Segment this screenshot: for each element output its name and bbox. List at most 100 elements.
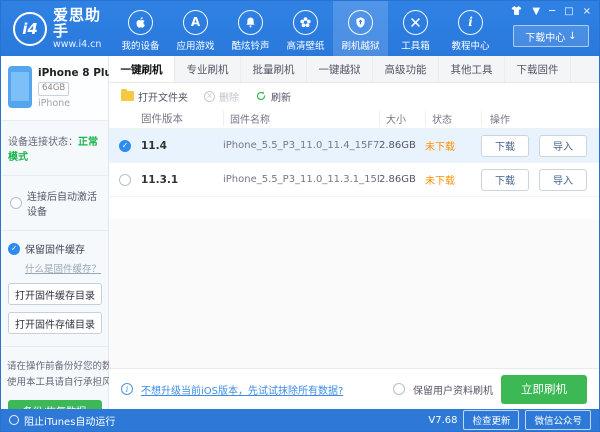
window-controls: ▼ ─ □ ×	[510, 5, 591, 19]
nav-item-my-devices[interactable]: 我的设备	[113, 1, 168, 56]
refresh-icon	[255, 90, 267, 102]
firmware-version: 11.4	[141, 139, 167, 152]
shield-icon	[348, 9, 373, 35]
appstore-icon: A	[183, 9, 208, 35]
nav-label: 酷炫铃声	[231, 40, 270, 52]
import-button[interactable]: 导入	[539, 134, 587, 157]
content-spacer	[109, 197, 599, 368]
firmware-status: 未下载	[425, 142, 455, 153]
firmware-size: 2.86GB	[379, 140, 416, 151]
connection-status-label: 设备连接状态：	[8, 137, 78, 149]
download-button[interactable]: 下载	[481, 134, 529, 157]
wrench-icon	[403, 9, 428, 35]
radio-unchecked-icon[interactable]	[119, 173, 131, 186]
device-card: iPhone 8 Plus 64GB iPhone	[1, 56, 119, 122]
tab-download-firmware[interactable]: 下载固件	[505, 56, 571, 82]
info-icon: i	[458, 9, 483, 35]
radio-unchecked-icon	[10, 197, 22, 210]
tab-advanced[interactable]: 高级功能	[373, 56, 439, 82]
nav-item-tutorials[interactable]: i 教程中心	[443, 1, 498, 56]
col-status: 状态	[425, 111, 481, 126]
firmware-filename: iPhone_5.5_P3_11.0_11.3.1_15E302_Restore…	[223, 174, 379, 185]
main-nav: 我的设备 A 应用游戏 酷炫铃声 高清壁纸 刷机越狱 工具箱 i 教程中心	[113, 1, 498, 56]
download-center-button[interactable]: 下载中心 ↓	[513, 25, 589, 47]
nav-label: 教程中心	[451, 40, 490, 52]
block-itunes-radio[interactable]: 阻止iTunes自动运行	[9, 413, 115, 428]
connection-status-row: 设备连接状态：正常模式	[1, 121, 108, 177]
firmware-row-11-4[interactable]: ✓ 11.4 iPhone_5.5_P3_11.0_11.4_15F79_Res…	[109, 129, 599, 163]
table-header: 固件版本 固件名称 大小 状态 操作	[109, 109, 599, 129]
bell-icon	[238, 9, 263, 35]
app-logo: i4 爱思助手 www.i4.cn	[1, 1, 113, 56]
nav-label: 我的设备	[121, 40, 160, 52]
download-button[interactable]: 下载	[481, 168, 529, 191]
firmware-cache-section: ✓ 保留固件缓存 什么是固件缓存？ 打开固件缓存目录 打开固件存储目录	[1, 231, 108, 348]
nav-label: 高清壁纸	[286, 40, 325, 52]
radio-checked-icon[interactable]: ✓	[119, 139, 131, 152]
firmware-status: 未下载	[425, 176, 455, 187]
device-capacity-badge: 64GB	[38, 82, 70, 96]
tab-one-click-jailbreak[interactable]: 一键越狱	[307, 56, 373, 82]
keep-cache-label: 保留固件缓存	[25, 245, 85, 257]
app-header: i4 爱思助手 www.i4.cn 我的设备 A 应用游戏 酷炫铃声 高清壁纸	[1, 1, 599, 56]
nav-item-toolbox[interactable]: 工具箱	[388, 1, 443, 56]
flash-action-bar: i 不想升级当前iOS版本，先试试抹除所有数据? 保留用户资料刷机 立即刷机	[109, 368, 599, 409]
radio-unchecked-icon	[9, 415, 19, 425]
col-size: 大小	[379, 111, 425, 126]
open-cache-dir-button[interactable]: 打开固件缓存目录	[8, 283, 102, 306]
firmware-row-11-3-1[interactable]: 11.3.1 iPhone_5.5_P3_11.0_11.3.1_15E302_…	[109, 163, 599, 197]
app-version: V7.68	[428, 414, 458, 426]
minimize-icon[interactable]: ─	[549, 7, 555, 17]
col-version: 固件版本	[141, 113, 183, 125]
col-action: 操作	[481, 111, 599, 126]
erase-data-tip-link[interactable]: 不想升级当前iOS版本，先试试抹除所有数据?	[141, 382, 343, 397]
app-window: i4 爱思助手 www.i4.cn 我的设备 A 应用游戏 酷炫铃声 高清壁纸	[0, 0, 600, 432]
keep-cache-radio[interactable]: ✓ 保留固件缓存	[8, 241, 101, 256]
warning-text-1: 请在操作前备份好您的数据	[7, 361, 122, 373]
auto-activate-label: 连接后自动激活设备	[27, 192, 97, 219]
nav-label: 刷机越狱	[341, 40, 380, 52]
maximize-icon[interactable]: □	[564, 7, 573, 17]
flash-tabs: 一键刷机 专业刷机 批量刷机 一键越狱 高级功能 其他工具 下载固件	[109, 56, 599, 83]
skin-icon[interactable]	[510, 5, 523, 19]
sidebar: iPhone 8 Plus 64GB iPhone 设备连接状态：正常模式 连接…	[1, 56, 122, 422]
flower-icon	[293, 9, 318, 35]
close-icon[interactable]: ×	[583, 7, 591, 17]
download-arrow-icon: ↓	[568, 30, 577, 42]
check-update-button[interactable]: 检查更新	[463, 410, 520, 430]
download-center-label: 下载中心	[525, 32, 566, 44]
nav-item-wallpapers[interactable]: 高清壁纸	[278, 1, 333, 56]
radio-unchecked-icon[interactable]	[393, 383, 405, 395]
status-bar: 阻止iTunes自动运行 V7.68 检查更新 微信公众号	[1, 409, 599, 431]
warning-text-2: 使用本工具请自行承担风险	[7, 376, 122, 388]
apple-icon	[128, 9, 153, 35]
folder-icon	[121, 89, 134, 101]
tab-pro-flash[interactable]: 专业刷机	[175, 56, 241, 82]
device-name: iPhone 8 Plus	[38, 67, 119, 79]
nav-label: 应用游戏	[176, 40, 215, 52]
tab-other-tools[interactable]: 其他工具	[439, 56, 505, 82]
cache-help-link[interactable]: 什么是固件缓存？	[25, 261, 101, 275]
tab-batch-flash[interactable]: 批量刷机	[241, 56, 307, 82]
flash-now-button[interactable]: 立即刷机	[501, 374, 587, 404]
nav-item-ringtones[interactable]: 酷炫铃声	[223, 1, 278, 56]
tab-one-click-flash[interactable]: 一键刷机	[109, 56, 175, 82]
dropdown-icon[interactable]: ▼	[532, 7, 540, 17]
firmware-version: 11.3.1	[141, 173, 179, 186]
wechat-account-button[interactable]: 微信公众号	[525, 410, 591, 430]
delete-button[interactable]: × 删除	[204, 89, 239, 104]
nav-item-app-games[interactable]: A 应用游戏	[168, 1, 223, 56]
nav-item-flash-jailbreak[interactable]: 刷机越狱	[333, 1, 388, 56]
keep-user-data-label: 保留用户资料刷机	[413, 385, 493, 397]
refresh-button[interactable]: 刷新	[255, 89, 291, 104]
delete-icon: ×	[204, 90, 215, 102]
app-url: www.i4.cn	[53, 38, 102, 50]
logo-i4-icon: i4	[13, 11, 47, 46]
radio-checked-icon: ✓	[8, 242, 20, 255]
auto-activate-radio[interactable]: 连接后自动激活设备	[1, 176, 108, 232]
open-folder-button[interactable]: 打开文件夹	[121, 89, 188, 104]
firmware-filename: iPhone_5.5_P3_11.0_11.4_15F79_Restore.ip…	[223, 140, 379, 151]
main-content: 一键刷机 专业刷机 批量刷机 一键越狱 高级功能 其他工具 下载固件 打开文件夹…	[109, 56, 599, 409]
import-button[interactable]: 导入	[539, 168, 587, 191]
open-storage-dir-button[interactable]: 打开固件存储目录	[8, 312, 102, 335]
